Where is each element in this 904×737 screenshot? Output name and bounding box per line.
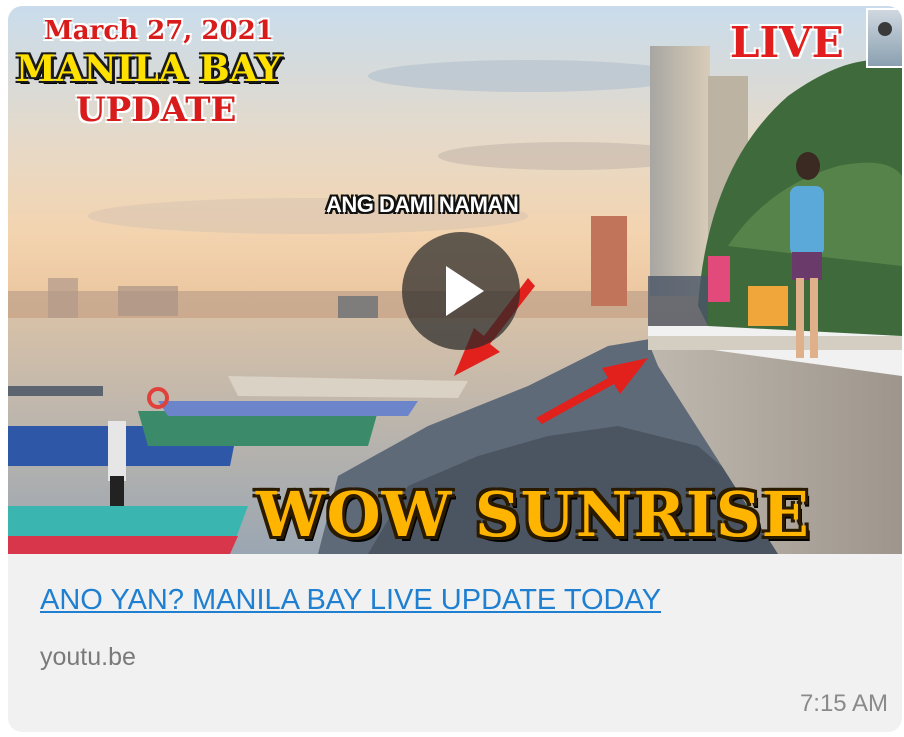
thumbnail-date-text: March 27, 2021 bbox=[44, 16, 274, 46]
thumbnail-subtitle-text: UPDATE bbox=[76, 90, 237, 130]
play-icon bbox=[446, 266, 484, 316]
thumbnail-title-text: MANILA BAY bbox=[16, 48, 282, 90]
avatar-person-icon bbox=[878, 22, 892, 36]
link-preview-message: March 27, 2021 MANILA BAY UPDATE LIVE AN… bbox=[8, 6, 902, 732]
link-title[interactable]: ANO YAN? MANILA BAY LIVE UPDATE TODAY bbox=[40, 584, 661, 617]
message-timestamp: 7:15 AM bbox=[799, 690, 888, 717]
video-thumbnail[interactable]: March 27, 2021 MANILA BAY UPDATE LIVE AN… bbox=[8, 6, 902, 554]
channel-avatar bbox=[866, 8, 902, 68]
play-button[interactable] bbox=[402, 232, 520, 350]
thumbnail-caption: ANG DAMI NAMAN bbox=[326, 192, 519, 217]
thumbnail-banner-text: WOW SUNRISE bbox=[256, 478, 810, 551]
link-domain: youtu.be bbox=[40, 643, 136, 671]
live-badge: LIVE bbox=[730, 18, 844, 67]
